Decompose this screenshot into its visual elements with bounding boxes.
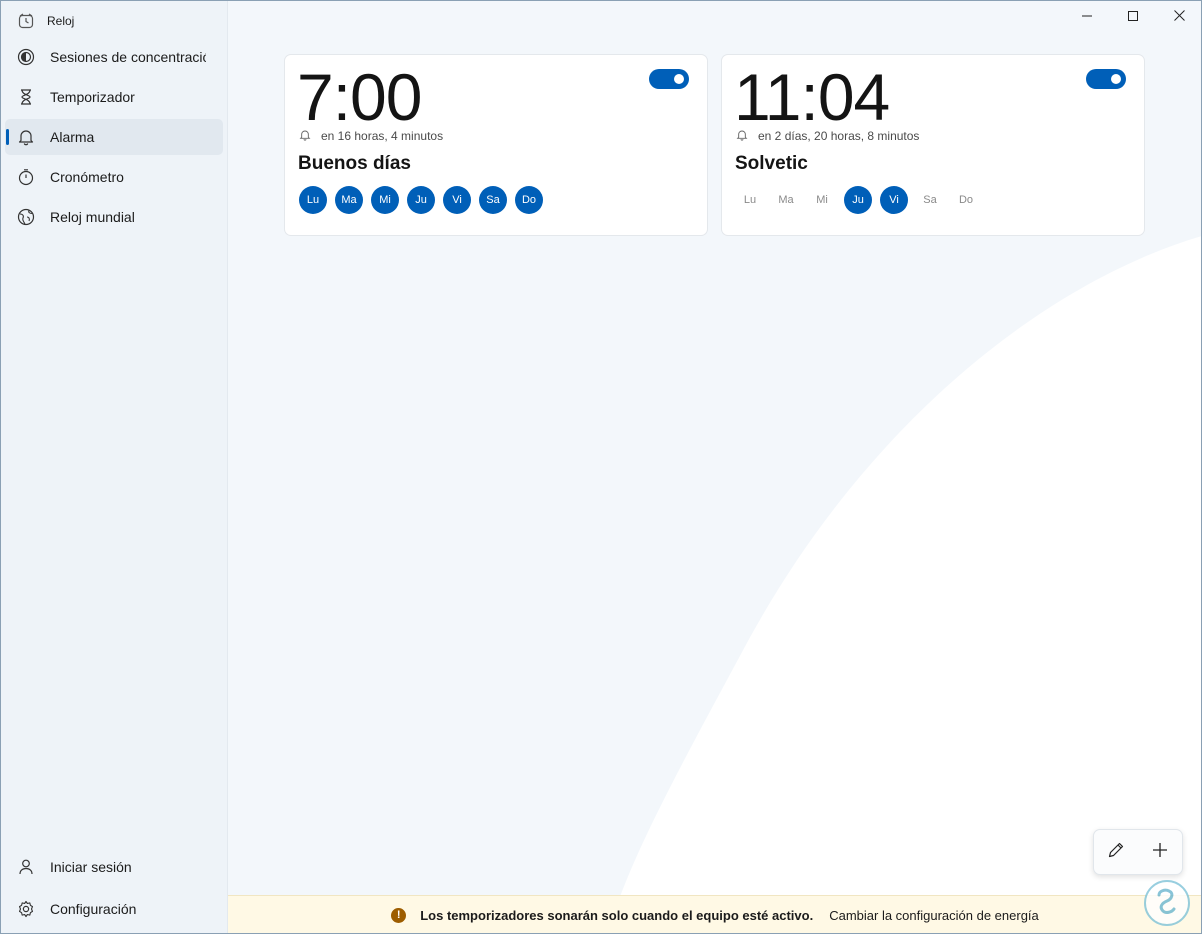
minimize-icon [1082, 8, 1092, 26]
alarm-time: 7:00 [297, 60, 422, 134]
stopwatch-icon [16, 167, 36, 187]
day-lu: Lu [299, 186, 327, 214]
sidebar-item-label: Cronómetro [50, 169, 124, 185]
sidebar-item-focus-sessions[interactable]: Sesiones de concentració [5, 39, 223, 75]
alarm-name: Buenos días [298, 153, 411, 174]
sidebar: Reloj Sesiones de concentració Temporiza… [1, 1, 227, 933]
sign-in-button[interactable]: Iniciar sesión [5, 849, 223, 885]
day-ma: Ma [778, 194, 794, 206]
alarm-days: Lu Ma Mi Ju Vi Sa Do [299, 186, 551, 214]
alarm-name: Solvetic [735, 153, 808, 174]
hourglass-icon [16, 87, 36, 107]
edit-alarms-button[interactable] [1098, 834, 1134, 870]
sidebar-bottom: Iniciar sesión Configuración [5, 849, 223, 933]
day-do: Do [958, 194, 974, 206]
day-ju: Ju [844, 186, 872, 214]
sidebar-item-stopwatch[interactable]: Cronómetro [5, 159, 223, 195]
day-vi: Vi [880, 186, 908, 214]
toggle-knob [1111, 74, 1121, 84]
day-lu: Lu [743, 194, 757, 206]
sidebar-item-label: Temporizador [50, 89, 135, 105]
alarm-card[interactable]: 7:00 en 16 horas, 4 minutos Buenos días … [284, 54, 708, 236]
sidebar-item-label: Sesiones de concentració [50, 49, 206, 65]
sidebar-item-timer[interactable]: Temporizador [5, 79, 223, 115]
minimize-button[interactable] [1064, 1, 1110, 33]
clock-app-window: Reloj Sesiones de concentració Temporiza… [0, 0, 1202, 934]
alarm-card[interactable]: 11:04 en 2 días, 20 horas, 8 minutos Sol… [721, 54, 1145, 236]
alarm-time: 11:04 [734, 60, 890, 134]
close-icon [1173, 8, 1185, 26]
pencil-icon [1107, 841, 1125, 864]
bell-icon [736, 129, 750, 143]
power-settings-link[interactable]: Cambiar la configuración de energía [829, 908, 1039, 923]
maximize-button[interactable] [1110, 1, 1156, 33]
bell-icon [299, 129, 313, 143]
settings-label: Configuración [50, 901, 137, 917]
day-sa: Sa [923, 194, 937, 206]
globe-icon [16, 207, 36, 227]
plus-icon [1152, 842, 1168, 863]
person-icon [16, 857, 36, 877]
nav-menu: Sesiones de concentració Temporizador Al… [5, 39, 223, 239]
close-button[interactable] [1156, 1, 1201, 33]
sidebar-item-world-clock[interactable]: Reloj mundial [5, 199, 223, 235]
app-title-bar: Reloj [17, 11, 74, 31]
day-vi: Vi [443, 186, 471, 214]
toggle-knob [674, 74, 684, 84]
gear-icon [16, 899, 36, 919]
alarm-actions [1093, 829, 1183, 875]
day-mi: Mi [816, 194, 828, 206]
alarm-remaining-text: en 2 días, 20 horas, 8 minutos [758, 129, 920, 143]
settings-button[interactable]: Configuración [5, 891, 223, 927]
sidebar-item-label: Reloj mundial [50, 209, 135, 225]
alarm-remaining: en 16 horas, 4 minutos [299, 129, 443, 143]
app-title: Reloj [47, 14, 75, 28]
alarm-remaining-text: en 16 horas, 4 minutos [321, 129, 444, 143]
sidebar-item-alarm[interactable]: Alarma [5, 119, 223, 155]
alarm-toggle[interactable] [649, 69, 689, 89]
day-do: Do [515, 186, 543, 214]
alarm-remaining: en 2 días, 20 horas, 8 minutos [736, 129, 919, 143]
bell-icon [16, 127, 36, 147]
power-infobar: ! Los temporizadores sonarán solo cuando… [228, 895, 1201, 933]
main-content: 7:00 en 16 horas, 4 minutos Buenos días … [227, 1, 1201, 933]
day-sa: Sa [479, 186, 507, 214]
sidebar-item-label: Alarma [50, 129, 95, 145]
sign-in-label: Iniciar sesión [50, 859, 132, 875]
warning-icon: ! [391, 907, 407, 923]
watermark-logo [1144, 880, 1190, 926]
focus-icon [16, 47, 36, 67]
alarm-days: Lu Ma Mi Ju Vi Sa Do [736, 186, 988, 214]
alarm-toggle[interactable] [1086, 69, 1126, 89]
day-ma: Ma [335, 186, 363, 214]
maximize-icon [1128, 8, 1138, 26]
clock-app-icon [17, 12, 35, 30]
day-ju: Ju [407, 186, 435, 214]
window-controls [1064, 1, 1201, 33]
day-mi: Mi [371, 186, 399, 214]
infobar-message: Los temporizadores sonarán solo cuando e… [420, 907, 814, 923]
add-alarm-button[interactable] [1142, 834, 1178, 870]
